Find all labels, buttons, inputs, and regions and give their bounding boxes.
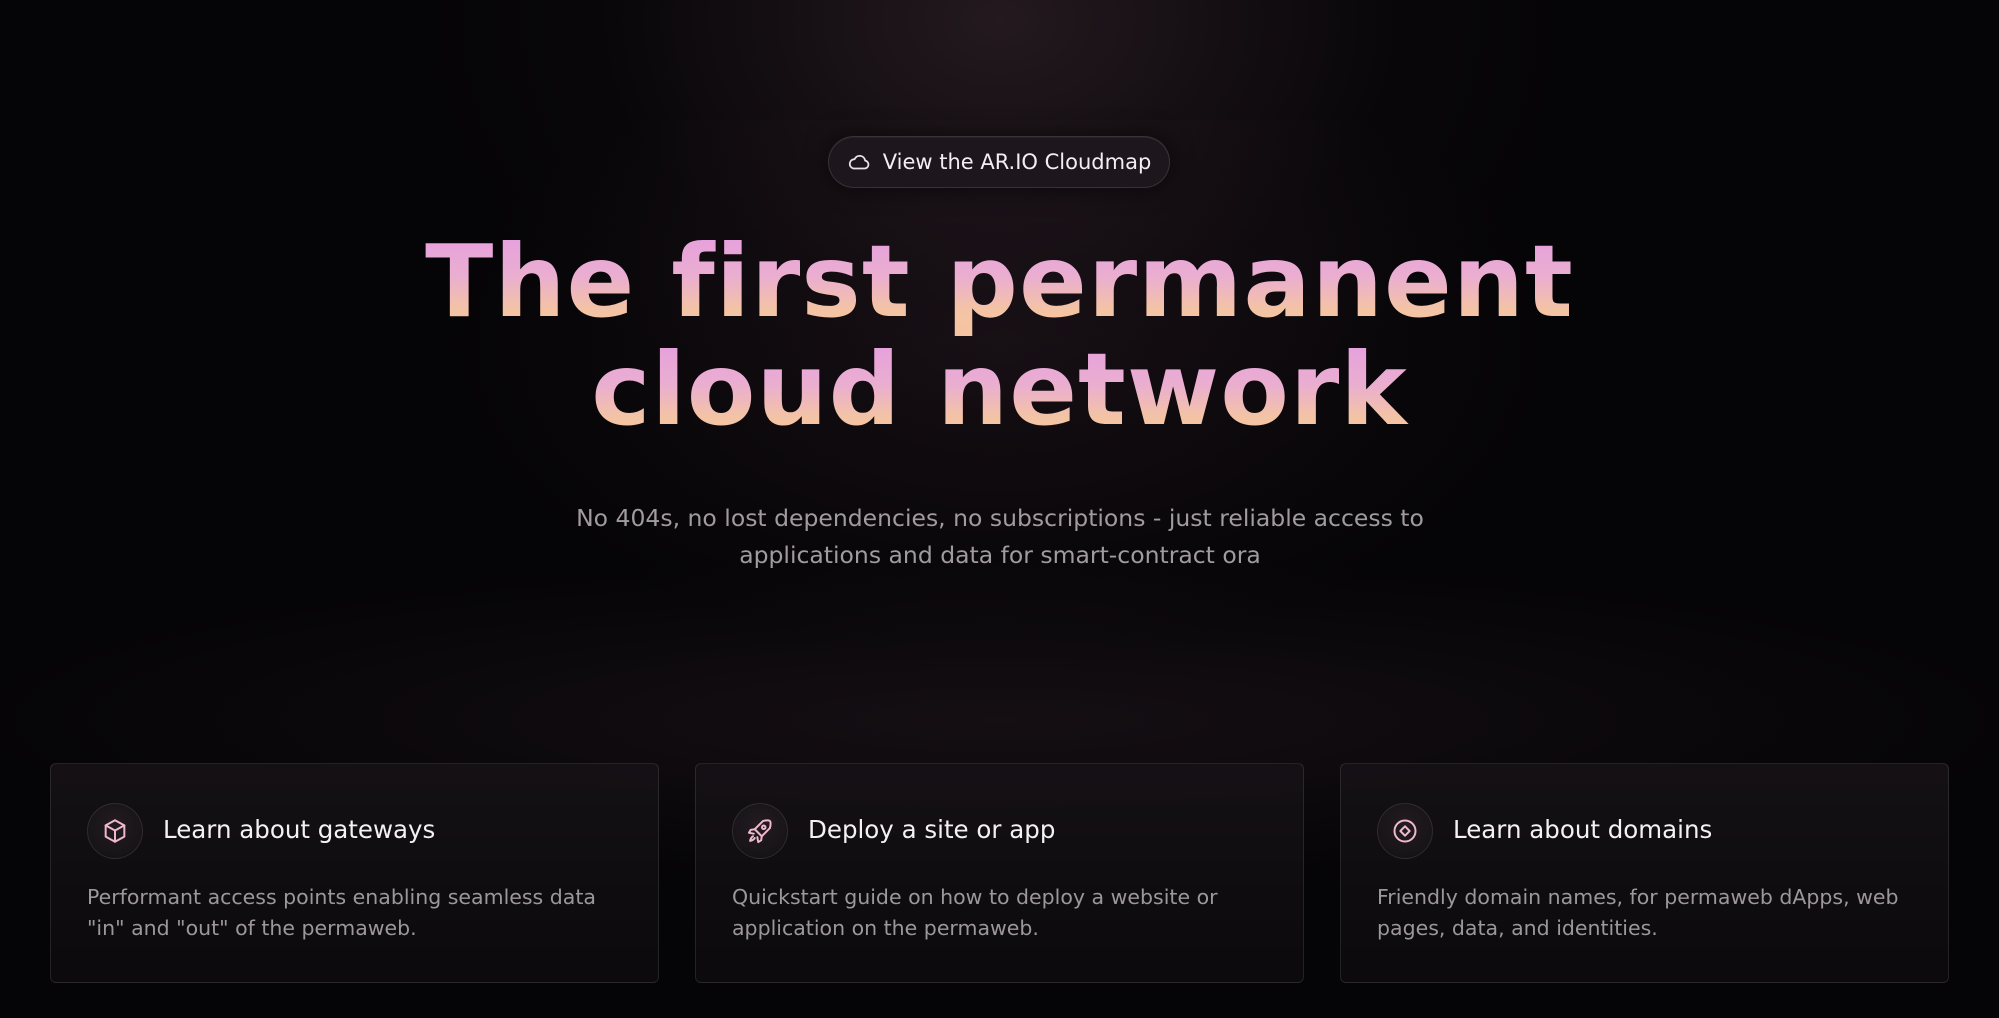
card-description-line-2: application on the permaweb. [732, 916, 1039, 940]
card-domains[interactable]: Learn about domains Friendly domain name… [1340, 763, 1949, 983]
rocket-icon [732, 803, 788, 859]
card-title: Deploy a site or app [808, 815, 1056, 844]
card-gateways[interactable]: Learn about gateways Performant access p… [50, 763, 659, 983]
cloudmap-link-button[interactable]: View the AR.IO Cloudmap [828, 136, 1170, 188]
card-description: Friendly domain names, for permaweb dApp… [1377, 882, 1917, 944]
card-description-line-1: Performant access points enabling seamle… [87, 885, 596, 909]
feature-cards: Learn about gateways Performant access p… [50, 763, 1950, 983]
headline-line-1: The first permanent [0, 228, 1999, 336]
card-description-line-1: Friendly domain names, for permaweb dApp… [1377, 885, 1899, 909]
card-description-line-1: Quickstart guide on how to deploy a webs… [732, 885, 1218, 909]
card-deploy[interactable]: Deploy a site or app Quickstart guide on… [695, 763, 1304, 983]
subtitle-line-2: applications and data for smart-contract… [739, 541, 1261, 569]
cube-icon [87, 803, 143, 859]
hero-subtitle: No 404s, no lost dependencies, no subscr… [500, 500, 1500, 574]
card-title: Learn about domains [1453, 815, 1713, 844]
card-description-line-2: "in" and "out" of the permaweb. [87, 916, 417, 940]
card-description: Quickstart guide on how to deploy a webs… [732, 882, 1272, 944]
landing-page: View the AR.IO Cloudmap The first perman… [0, 0, 1999, 1018]
subtitle-line-1: No 404s, no lost dependencies, no subscr… [576, 504, 1424, 532]
hero-headline: The first permanent cloud network [0, 228, 1999, 444]
headline-line-2: cloud network [0, 336, 1999, 444]
card-description: Performant access points enabling seamle… [87, 882, 627, 944]
cloudmap-link-label: View the AR.IO Cloudmap [882, 150, 1152, 174]
card-description-line-2: pages, data, and identities. [1377, 916, 1658, 940]
card-title: Learn about gateways [163, 815, 436, 844]
domain-target-icon [1377, 803, 1433, 859]
cloud-icon [847, 153, 871, 171]
